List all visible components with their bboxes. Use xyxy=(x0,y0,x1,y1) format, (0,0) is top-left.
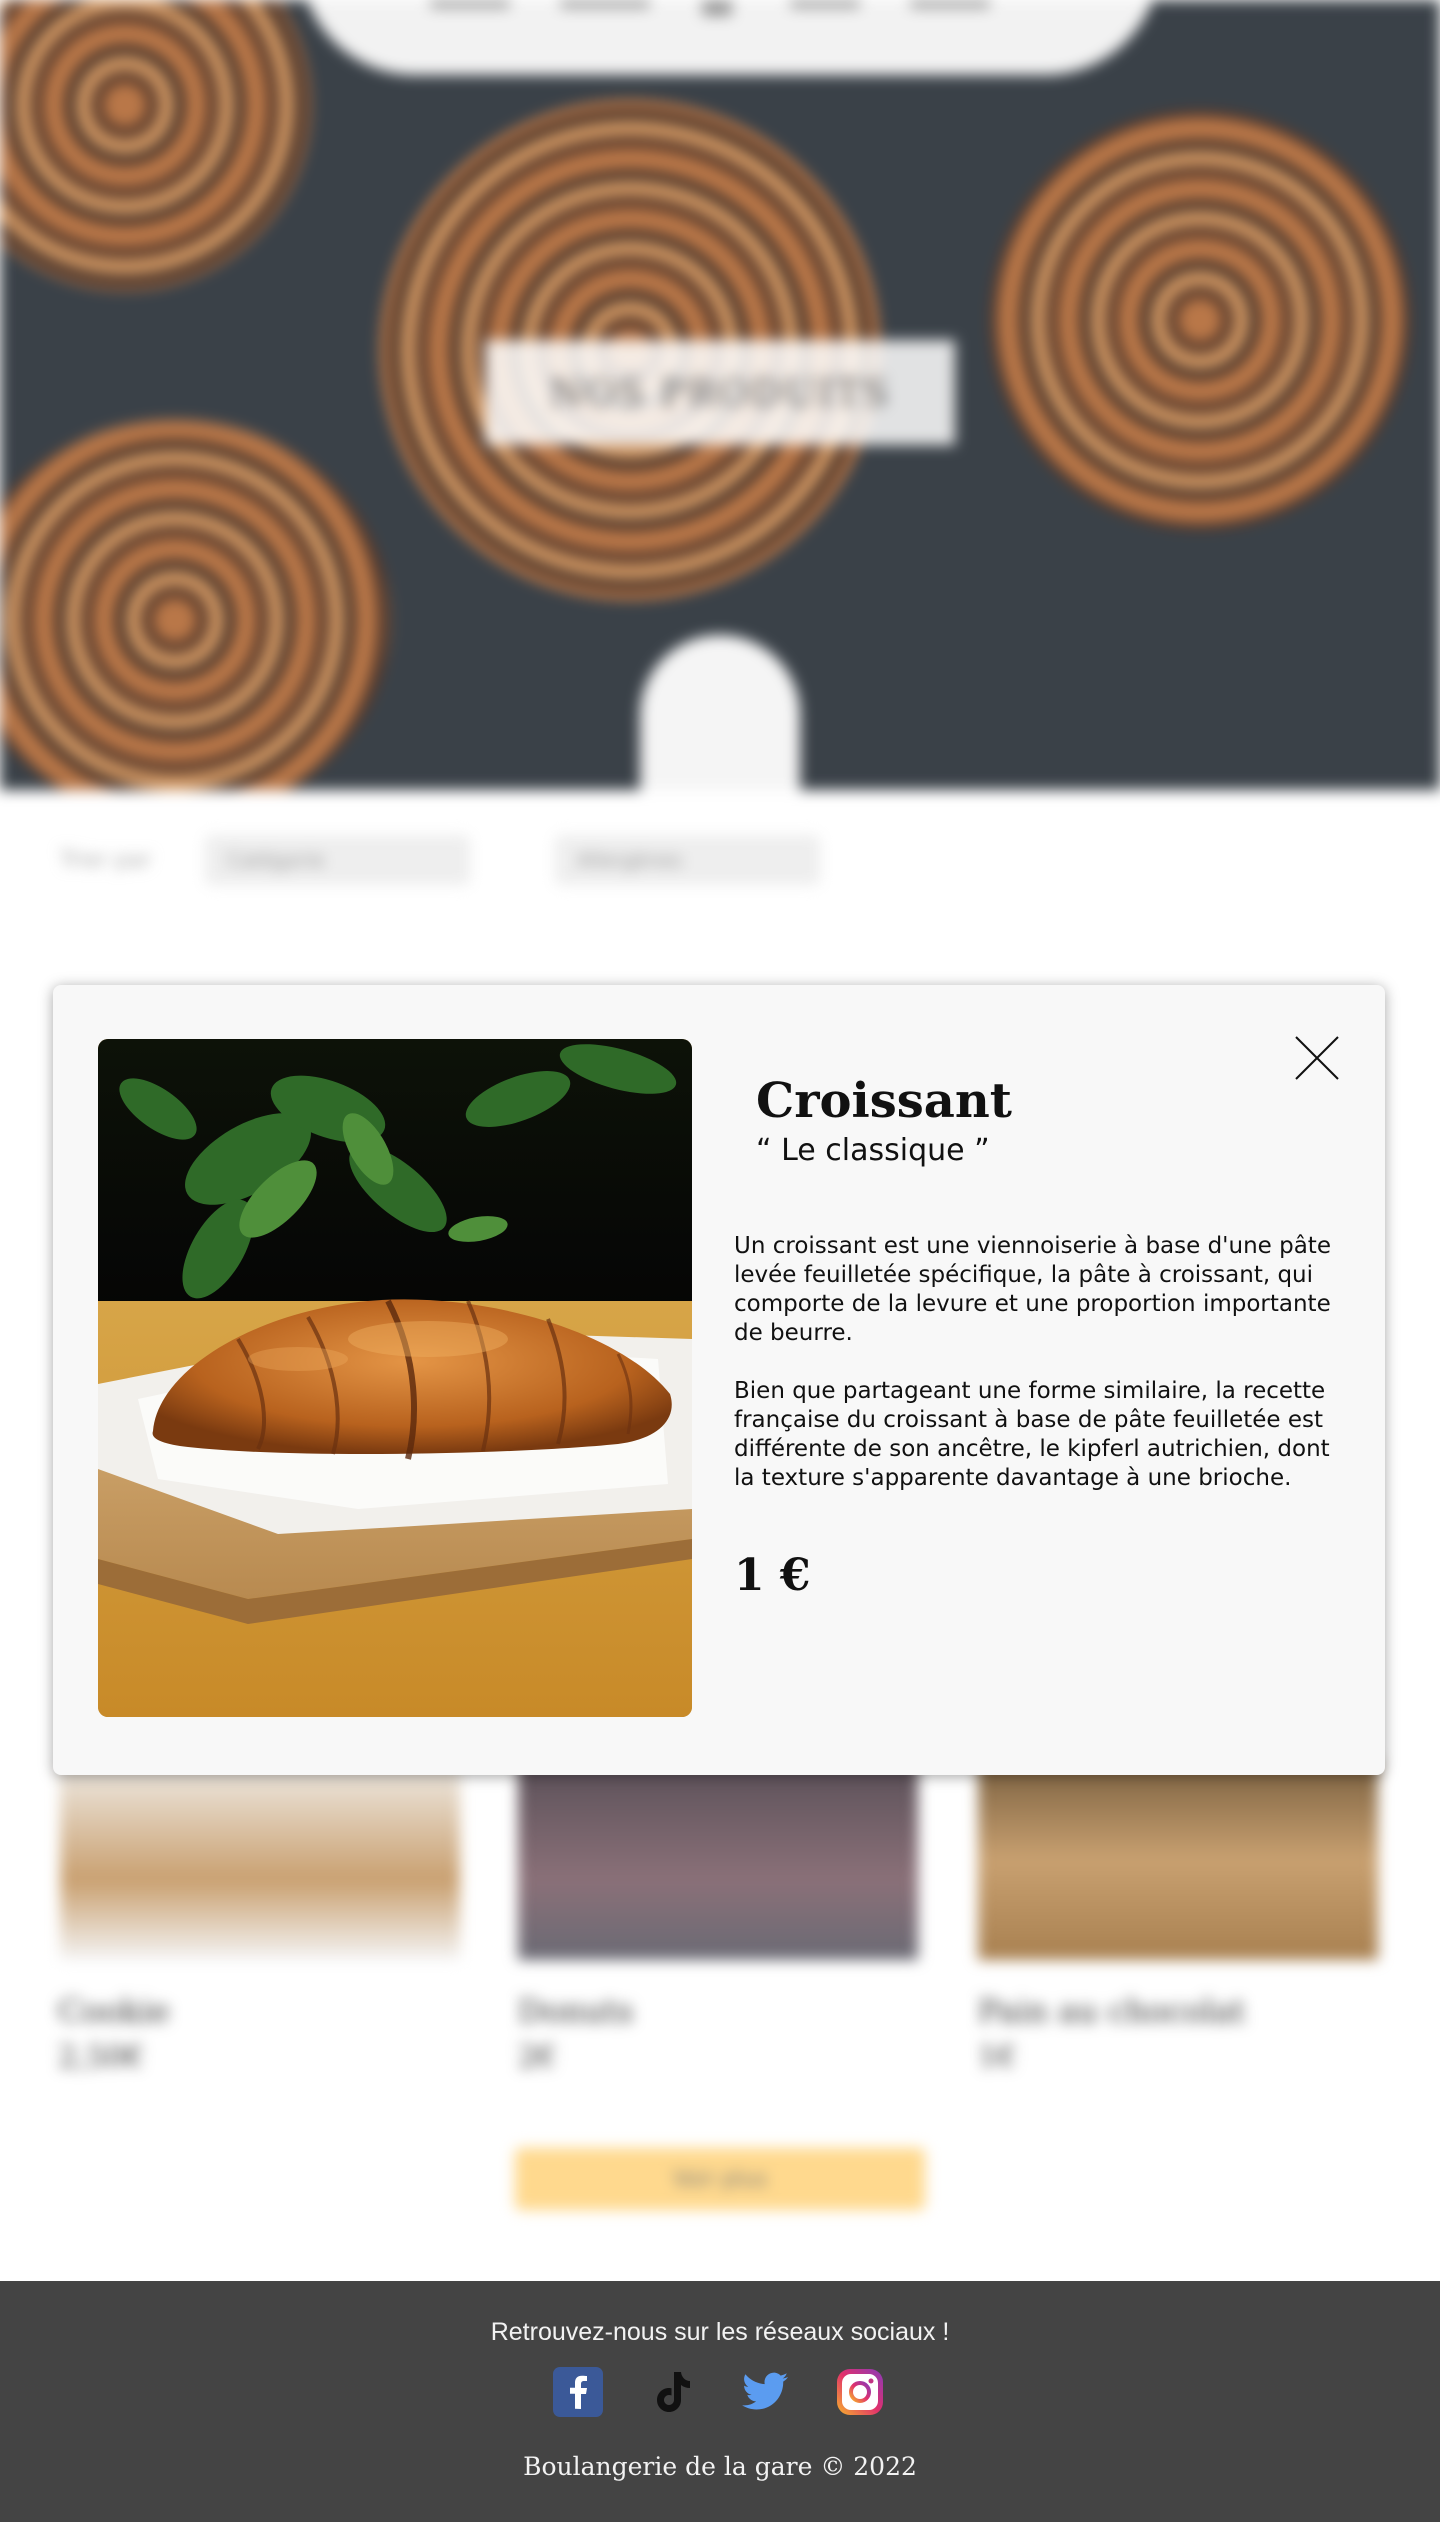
product-price: 2€ xyxy=(518,2040,557,2075)
category-filter-label: Catégorie xyxy=(227,848,325,872)
product-description: Un croissant est une viennoiserie à base… xyxy=(734,1233,1331,1346)
close-button[interactable] xyxy=(1293,1034,1341,1082)
product-price: 1€ xyxy=(978,2040,1017,2075)
social-text: Retrouvez-nous sur les réseaux sociaux ! xyxy=(490,2318,950,2346)
bakery-logo xyxy=(640,635,800,790)
top-navigation xyxy=(300,0,1160,75)
pastry-decoration xyxy=(990,110,1410,530)
product-price: 2,50€ xyxy=(58,2040,144,2075)
product-modal: Croissant “ Le classique ” Un croissant … xyxy=(53,985,1385,1775)
pastry-decoration xyxy=(0,0,310,290)
product-image-pain-au-chocolat[interactable] xyxy=(978,1760,1378,1960)
nav-link[interactable] xyxy=(430,0,510,8)
allergen-filter-label: Allergènes xyxy=(577,848,683,872)
category-filter[interactable]: Catégorie xyxy=(205,835,470,885)
hero-banner: NOS PRODUITS xyxy=(0,0,1440,790)
product-name: Donuts xyxy=(518,1992,634,2030)
product-name: Pain au chocolat xyxy=(978,1992,1246,2030)
instagram-icon[interactable] xyxy=(834,2366,886,2418)
product-image-cookie[interactable] xyxy=(60,1760,460,1960)
nav-link[interactable] xyxy=(910,0,990,8)
filter-label: Trier par xyxy=(60,848,152,873)
copyright: Boulangerie de la gare © 2022 xyxy=(523,2452,917,2481)
nav-link[interactable] xyxy=(790,0,860,8)
twitter-icon[interactable] xyxy=(740,2366,792,2418)
product-price: 1 € xyxy=(734,1550,811,1601)
close-icon xyxy=(1295,1036,1339,1080)
hero-title: NOS PRODUITS xyxy=(485,340,955,445)
pastry-decoration xyxy=(0,420,390,790)
logo-icon[interactable] xyxy=(702,0,732,16)
product-name: Cookie xyxy=(58,1992,170,2030)
tiktok-icon[interactable] xyxy=(646,2366,698,2418)
product-title: Croissant xyxy=(756,1073,1012,1129)
product-image-donuts[interactable] xyxy=(518,1760,918,1960)
product-description: Bien que partageant une forme similaire,… xyxy=(734,1378,1330,1491)
croissant-photo xyxy=(98,1039,692,1717)
facebook-icon[interactable] xyxy=(552,2366,604,2418)
nav-link[interactable] xyxy=(560,0,650,8)
product-subtitle: “ Le classique ” xyxy=(756,1133,990,1168)
see-more-button[interactable]: Voir plus xyxy=(515,2148,925,2210)
allergen-filter[interactable]: Allergènes xyxy=(555,835,820,885)
